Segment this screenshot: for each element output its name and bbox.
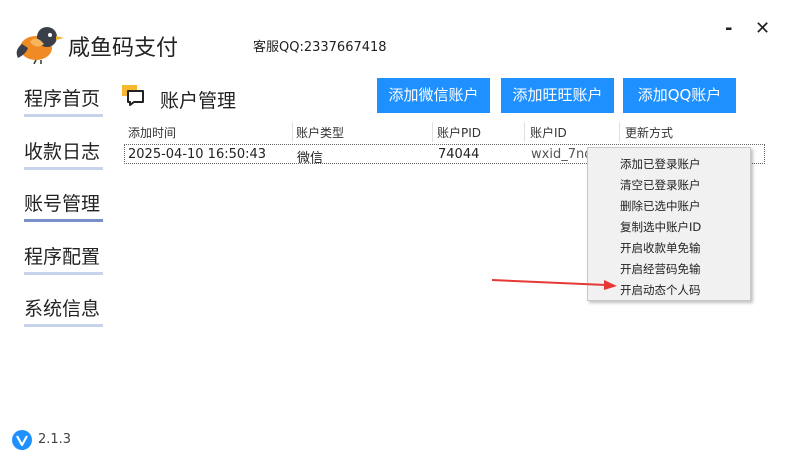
add-qq-account-button[interactable]: 添加QQ账户 bbox=[623, 78, 736, 113]
support-qq: 客服QQ:2337667418 bbox=[253, 40, 387, 55]
column-header-time[interactable]: 添加时间 bbox=[128, 124, 176, 141]
version-text: 2.1.3 bbox=[38, 432, 72, 447]
app-title: 咸鱼码支付 bbox=[68, 36, 179, 61]
nav-item-payment-log[interactable]: 收款日志 bbox=[24, 137, 103, 170]
nav-item-label: 账号管理 bbox=[24, 193, 101, 215]
menu-item-enable-receipt-no-input[interactable]: 开启收款单免输 bbox=[620, 240, 701, 256]
nav-item-home[interactable]: 程序首页 bbox=[24, 84, 103, 117]
nav-underline bbox=[24, 167, 103, 170]
cell-pid: 74044 bbox=[438, 147, 480, 162]
nav-underline bbox=[24, 272, 103, 275]
menu-item-clear-logged-in-accounts[interactable]: 清空已登录账户 bbox=[620, 177, 701, 193]
add-wangwang-account-button[interactable]: 添加旺旺账户 bbox=[501, 78, 614, 113]
column-divider bbox=[524, 122, 525, 142]
annotation-arrow-icon bbox=[492, 279, 617, 290]
add-wechat-account-button[interactable]: 添加微信账户 bbox=[377, 78, 490, 113]
cell-account-id: wxid_7no bbox=[531, 147, 593, 162]
nav-item-account-management[interactable]: 账号管理 bbox=[24, 189, 103, 222]
bird-logo-icon bbox=[16, 27, 64, 64]
column-divider bbox=[432, 122, 433, 142]
column-header-update-method[interactable]: 更新方式 bbox=[625, 124, 673, 141]
table-header: 添加时间 账户类型 账户PID 账户ID 更新方式 bbox=[124, 122, 764, 142]
version-badge-icon bbox=[12, 430, 32, 450]
nav-underline bbox=[24, 219, 103, 222]
chat-bubble-icon bbox=[122, 85, 144, 106]
nav-item-label: 收款日志 bbox=[24, 141, 101, 163]
menu-item-add-logged-in-account[interactable]: 添加已登录账户 bbox=[620, 156, 701, 172]
nav-item-label: 程序首页 bbox=[24, 88, 101, 110]
column-divider bbox=[292, 122, 293, 142]
cell-type: 微信 bbox=[297, 151, 324, 166]
menu-item-enable-business-code-no-input[interactable]: 开启经营码免输 bbox=[620, 261, 701, 277]
nav-underline bbox=[24, 114, 103, 117]
column-header-account-id[interactable]: 账户ID bbox=[530, 124, 567, 141]
nav-item-label: 程序配置 bbox=[24, 246, 101, 268]
column-header-pid[interactable]: 账户PID bbox=[437, 124, 481, 141]
minimize-button[interactable]: - bbox=[725, 20, 732, 38]
nav-item-label: 系统信息 bbox=[24, 298, 101, 320]
close-button[interactable]: ✕ bbox=[755, 20, 770, 38]
column-divider bbox=[619, 122, 620, 142]
menu-item-copy-account-id[interactable]: 复制选中账户ID bbox=[620, 219, 701, 235]
column-header-type[interactable]: 账户类型 bbox=[296, 124, 344, 141]
nav-item-system-info[interactable]: 系统信息 bbox=[24, 294, 103, 327]
cell-time: 2025-04-10 16:50:43 bbox=[128, 147, 267, 162]
nav-underline bbox=[24, 324, 103, 327]
nav-item-program-config[interactable]: 程序配置 bbox=[24, 242, 103, 275]
menu-item-enable-dynamic-personal-code[interactable]: 开启动态个人码 bbox=[620, 282, 701, 298]
page-title: 账户管理 bbox=[160, 90, 237, 112]
menu-item-delete-selected-account[interactable]: 删除已选中账户 bbox=[620, 198, 701, 214]
